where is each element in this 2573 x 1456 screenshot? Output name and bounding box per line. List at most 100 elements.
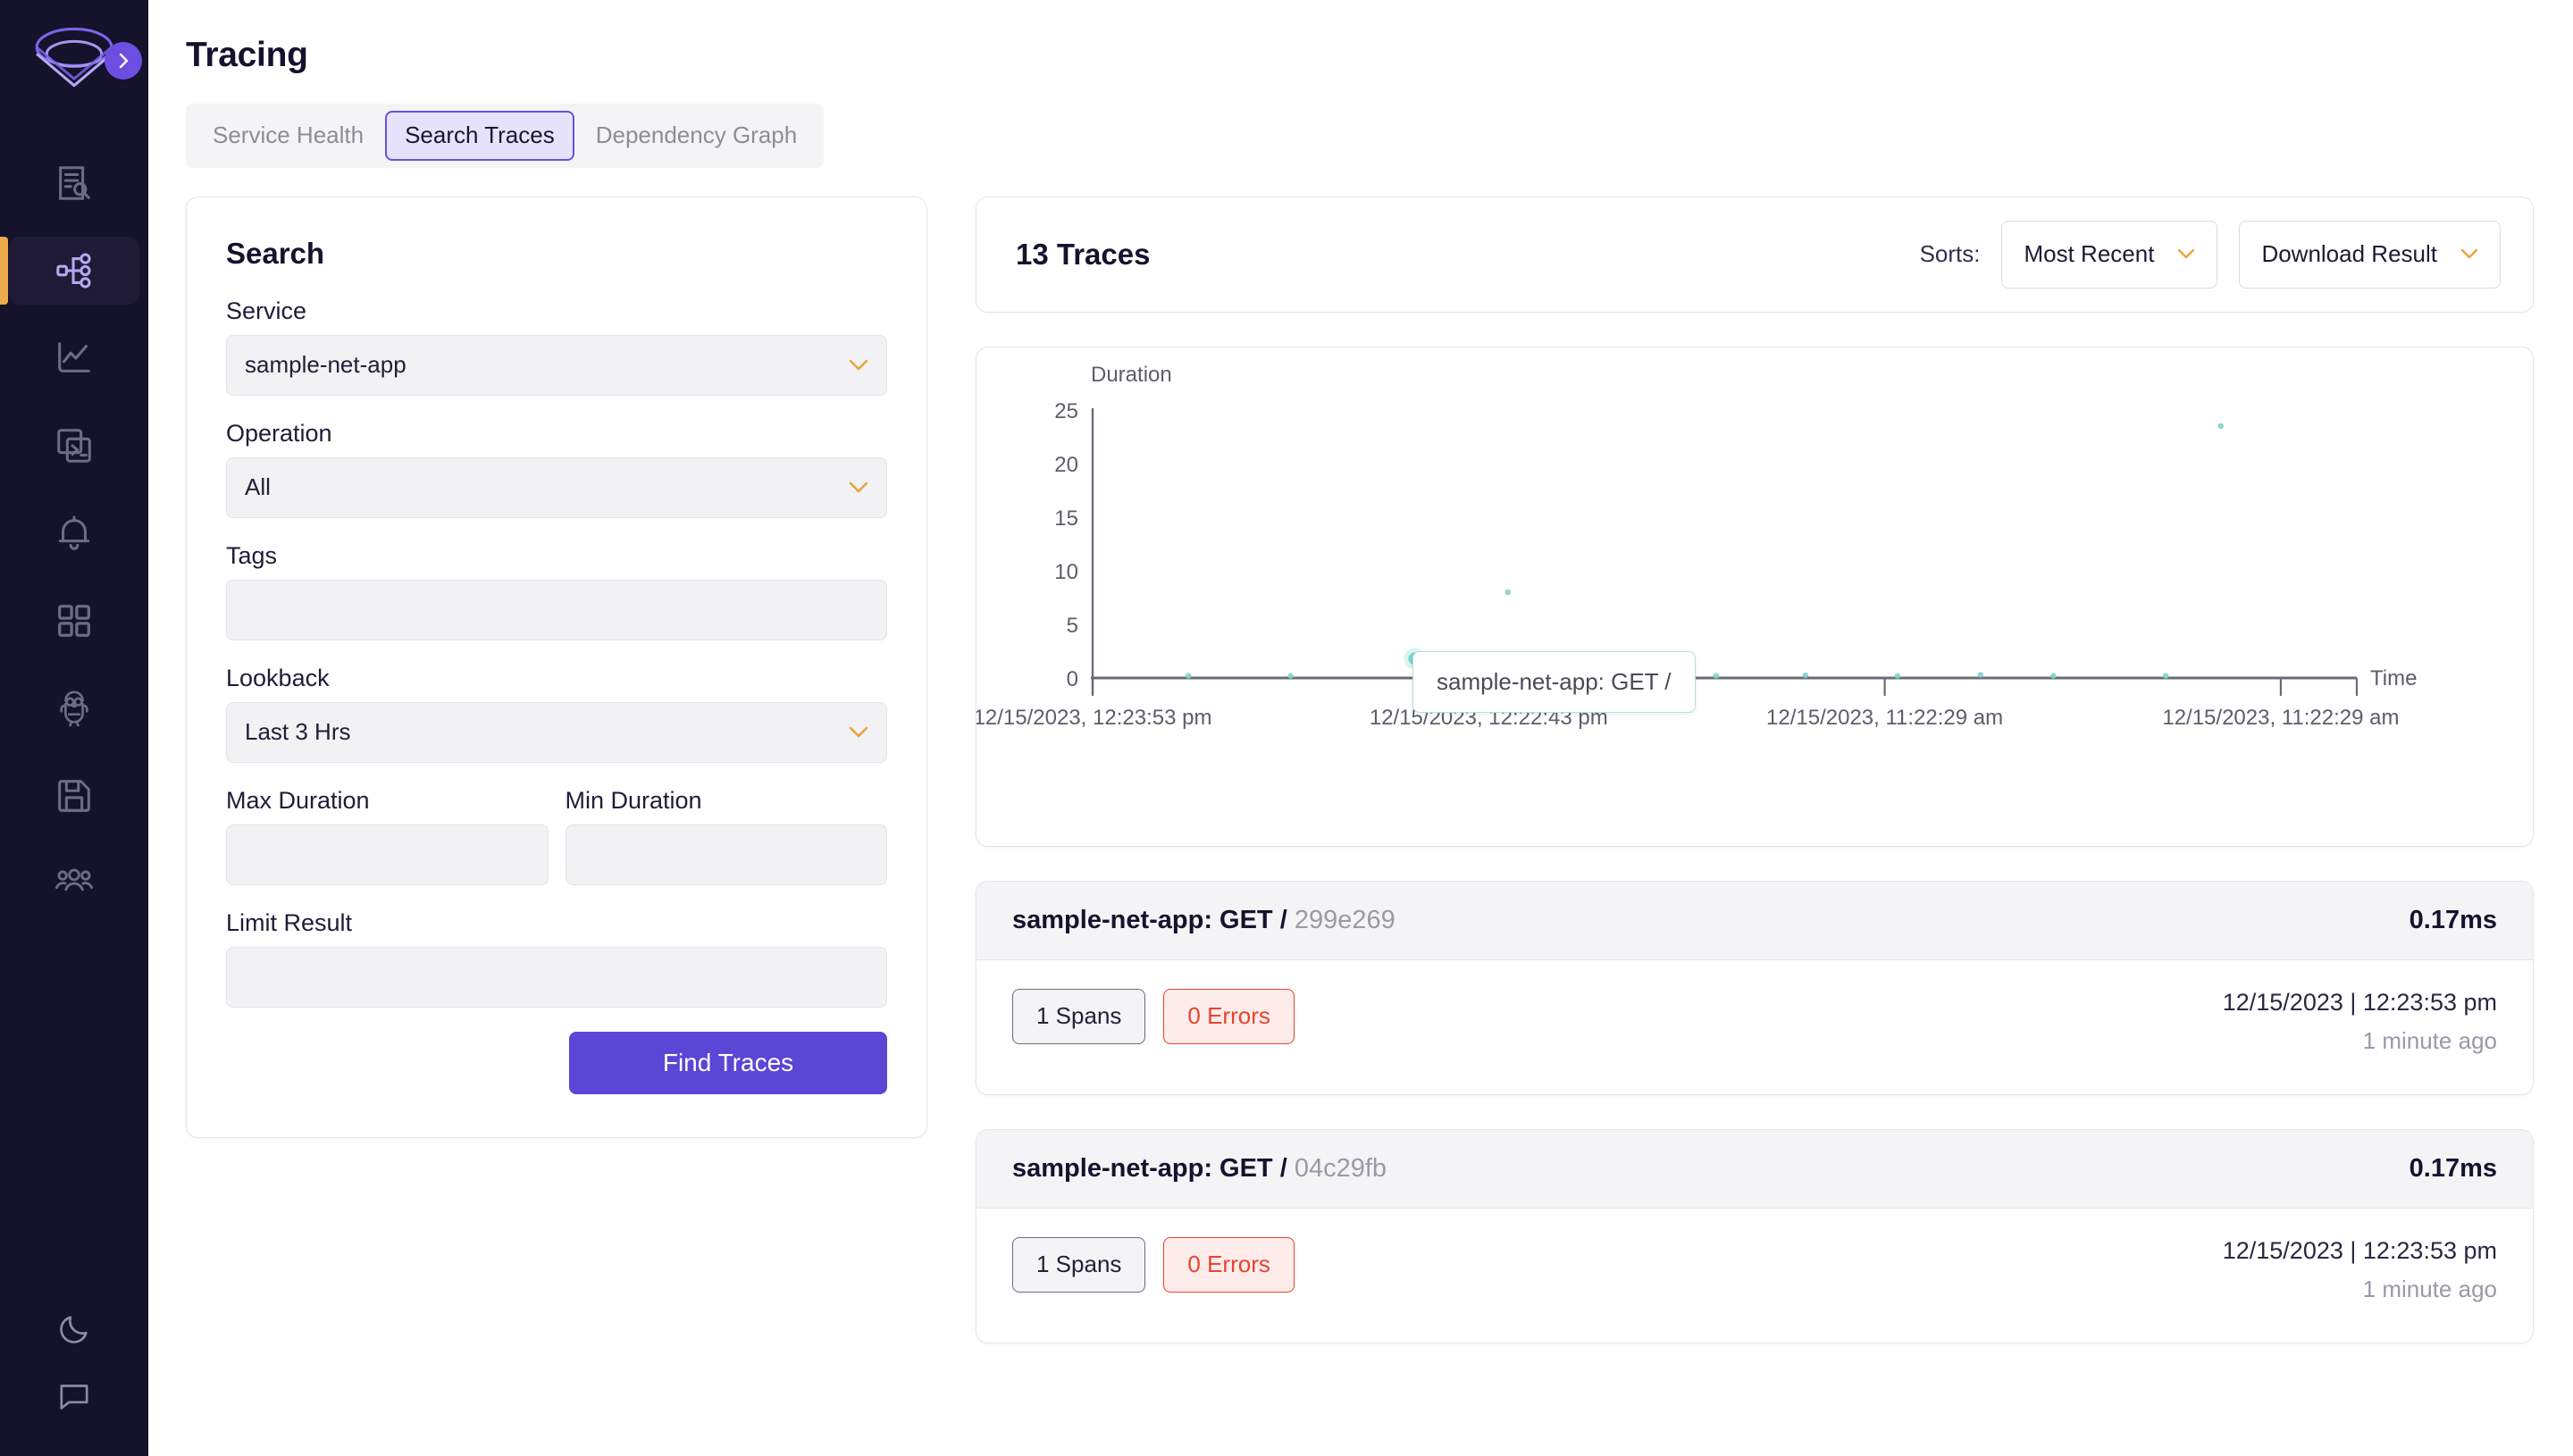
- sidebar-item-dashboards[interactable]: [0, 577, 148, 665]
- field-lookback: Lookback Last 3 Hrs: [226, 665, 887, 763]
- terminal-window-icon: [54, 425, 95, 466]
- sidebar-item-assistant[interactable]: [0, 665, 148, 752]
- svg-text:12/15/2023, 12:23:53 pm: 12/15/2023, 12:23:53 pm: [976, 706, 1211, 730]
- trace-service-op: sample-net-app: GET /: [1012, 905, 1287, 934]
- sidebar-item-dark-mode[interactable]: [0, 1295, 148, 1363]
- duration-scatter-chart[interactable]: Duration 0 5 10 15 20 25 12/15/2023, 12:23:53 p…: [976, 346, 2534, 847]
- sidebar-item-traces[interactable]: [0, 227, 148, 314]
- tab-dependency-graph[interactable]: Dependency Graph: [576, 111, 817, 161]
- grid-icon: [54, 600, 95, 641]
- results-header: 13 Traces Sorts: Most Recent Download Re…: [976, 196, 2534, 313]
- app-root: Tracing Service Health Search Traces Dep…: [0, 0, 2573, 1456]
- field-max-duration: Max Duration: [226, 787, 549, 885]
- service-label: Service: [226, 297, 307, 324]
- max-duration-label: Max Duration: [226, 786, 370, 814]
- lookback-select[interactable]: Last 3 Hrs: [226, 701, 887, 763]
- chevron-down-icon: [849, 481, 868, 494]
- people-icon: [54, 863, 95, 904]
- chat-bubble-icon: [56, 1379, 92, 1415]
- errors-badge[interactable]: 0 Errors: [1163, 1236, 1295, 1293]
- search-panel-title: Search: [226, 236, 325, 270]
- errors-badge[interactable]: 0 Errors: [1163, 988, 1295, 1044]
- trace-id: 299e269: [1294, 905, 1395, 934]
- trace-timestamp: 12/15/2023 | 12:23:53 pm: [2222, 988, 2497, 1016]
- max-duration-input[interactable]: [226, 824, 549, 885]
- service-select[interactable]: sample-net-app: [226, 334, 887, 396]
- trace-id: 04c29fb: [1294, 1153, 1387, 1183]
- svg-text:Duration: Duration: [1091, 363, 1172, 387]
- field-tags: Tags: [226, 542, 887, 640]
- spans-badge[interactable]: 1 Spans: [1012, 1236, 1146, 1293]
- lookback-label: Lookback: [226, 664, 330, 691]
- trace-body: 1 Spans 0 Errors 12/15/2023 | 12:23:53 p…: [976, 1209, 2533, 1343]
- sidebar-item-support[interactable]: [0, 1363, 148, 1431]
- results-controls: Sorts: Most Recent Download Result: [1919, 220, 2501, 289]
- main-content: Tracing Service Health Search Traces Dep…: [148, 0, 2573, 1456]
- lookback-value: Last 3 Hrs: [245, 718, 351, 746]
- duration-row: Max Duration Min Duration: [226, 787, 887, 909]
- sorts-label: Sorts:: [1919, 240, 1981, 268]
- limit-result-label: Limit Result: [226, 908, 353, 936]
- svg-text:12/15/2023, 11:22:29 am: 12/15/2023, 11:22:29 am: [1766, 706, 2003, 730]
- sort-value: Most Recent: [2024, 240, 2155, 268]
- svg-text:12/15/2023, 11:22:29 am: 12/15/2023, 11:22:29 am: [2162, 706, 2399, 730]
- svg-text:20: 20: [1054, 453, 1078, 477]
- sidebar-item-logs[interactable]: [0, 139, 148, 227]
- chevron-down-icon: [2177, 248, 2195, 260]
- sidebar-bottom-nav: [0, 1295, 148, 1456]
- table-row[interactable]: sample-net-app: GET / 299e269 0.17ms 1 S…: [976, 880, 2534, 1095]
- chevron-down-icon: [849, 359, 868, 372]
- download-result-label: Download Result: [2261, 240, 2437, 268]
- limit-result-input[interactable]: [226, 946, 887, 1008]
- logs-search-icon: [54, 163, 95, 204]
- tab-service-health[interactable]: Service Health: [193, 111, 383, 161]
- svg-text:Time: Time: [2370, 666, 2417, 690]
- trace-relative-time: 1 minute ago: [2362, 1275, 2497, 1302]
- sidebar-item-metrics[interactable]: [0, 314, 148, 402]
- trace-body: 1 Spans 0 Errors 12/15/2023 | 12:23:53 p…: [976, 960, 2533, 1094]
- sidebar-item-alerts[interactable]: [0, 490, 148, 577]
- sidebar: [0, 0, 148, 1456]
- find-traces-button[interactable]: Find Traces: [569, 1031, 887, 1094]
- results-column: 13 Traces Sorts: Most Recent Download Re…: [976, 196, 2573, 1377]
- tabbar: Service Health Search Traces Dependency …: [186, 104, 825, 168]
- trace-duration: 0.17ms: [2409, 1153, 2497, 1183]
- moon-icon: [56, 1311, 92, 1347]
- svg-text:15: 15: [1054, 506, 1078, 531]
- save-disk-icon: [54, 775, 95, 816]
- page-title: Tracing: [186, 36, 308, 74]
- operation-select[interactable]: All: [226, 456, 887, 518]
- trace-title: sample-net-app: GET / 04c29fb: [1012, 1154, 1387, 1184]
- svg-text:5: 5: [1067, 614, 1078, 638]
- spans-badge[interactable]: 1 Spans: [1012, 988, 1146, 1044]
- chart-svg: Duration 0 5 10 15 20 25 12/15/2023, 12:23:53 p…: [976, 363, 2417, 730]
- field-operation: Operation All: [226, 420, 887, 518]
- tags-input[interactable]: [226, 579, 887, 640]
- svg-text:0: 0: [1067, 667, 1078, 691]
- field-min-duration: Min Duration: [565, 786, 887, 885]
- search-panel: Search Service sample-net-app Operation …: [186, 196, 927, 1138]
- chevron-right-icon: [119, 53, 129, 69]
- traces-tree-icon: [54, 250, 95, 291]
- chevron-down-icon: [849, 726, 868, 739]
- download-result-button[interactable]: Download Result: [2239, 220, 2501, 289]
- content-columns: Search Service sample-net-app Operation …: [186, 196, 2573, 1377]
- sidebar-item-members[interactable]: [0, 840, 148, 927]
- min-duration-label: Min Duration: [565, 786, 702, 814]
- expand-sidebar-button[interactable]: [105, 42, 142, 79]
- find-button-row: Find Traces: [226, 1031, 887, 1094]
- chevron-down-icon: [2460, 248, 2478, 260]
- sort-select[interactable]: Most Recent: [2001, 220, 2218, 289]
- min-duration-input[interactable]: [565, 824, 887, 885]
- sidebar-item-saved-views[interactable]: [0, 752, 148, 840]
- svg-text:10: 10: [1054, 560, 1078, 584]
- operation-value: All: [245, 473, 271, 501]
- trace-timestamp: 12/15/2023 | 12:23:53 pm: [2222, 1236, 2497, 1264]
- tab-search-traces[interactable]: Search Traces: [385, 111, 574, 161]
- sidebar-item-exceptions[interactable]: [0, 402, 148, 490]
- table-row[interactable]: sample-net-app: GET / 04c29fb 0.17ms 1 S…: [976, 1128, 2534, 1343]
- sidebar-logo-wrap: [0, 0, 148, 116]
- trace-title: sample-net-app: GET / 299e269: [1012, 906, 1395, 935]
- operation-label: Operation: [226, 419, 332, 447]
- trace-relative-time: 1 minute ago: [2362, 1026, 2497, 1054]
